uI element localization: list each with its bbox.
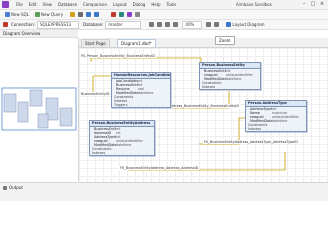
relation-line (90, 57, 202, 64)
print-icon[interactable] (135, 12, 141, 17)
entity-person-addresstype[interactable]: Person.AddressType AddressTypeIDint Name… (245, 100, 307, 132)
new-sql-icon (5, 12, 10, 17)
new-query-icon (34, 12, 40, 17)
tab-start-page[interactable]: Start Page (81, 39, 110, 47)
minimap-entity (3, 93, 17, 113)
select-icon[interactable] (149, 22, 155, 27)
new-sql-label: New SQL (11, 11, 29, 17)
entity-section: Indexes (92, 151, 106, 155)
save-icon[interactable] (78, 12, 84, 17)
app-logo-icon (2, 1, 9, 8)
compare-icon[interactable] (119, 12, 125, 17)
tab-diagram1[interactable]: Diagram1.dbd* (117, 39, 156, 47)
connection-dropdown[interactable]: SQLEXPRESS13 (36, 20, 79, 29)
output-label: Output (9, 185, 23, 190)
menu-bar: File Edit View Database Comparison Layou… (16, 2, 176, 7)
minimap-entity (37, 113, 49, 129)
redo-icon[interactable] (94, 12, 100, 17)
minimap-entity (29, 89, 43, 107)
relation-label: FK_Person_BusinessEntity_BusinessEntityI… (80, 54, 156, 58)
database-value: master (108, 21, 123, 27)
menu-comparison[interactable]: Comparison (83, 2, 107, 7)
minimap-entity (59, 107, 73, 127)
tab-label: Start Page (85, 41, 106, 46)
relation-label: FK_BusinessEntityAddress_Address_Address… (119, 166, 200, 170)
menu-help[interactable]: Help (151, 2, 160, 7)
overview-title: Diagram Overview (3, 31, 41, 36)
minimize-icon[interactable]: – (300, 1, 308, 8)
window-title: Aimbase Sandbox (236, 2, 272, 7)
layout-diagram-button[interactable]: Layout Diagram (223, 21, 267, 29)
zoom-value: 40% (185, 21, 195, 27)
entity-section: Indexes (202, 85, 216, 89)
entity-section: Indexes (248, 127, 262, 131)
layout-diagram-label: Layout Diagram (232, 21, 265, 27)
diagram-canvas[interactable]: FK_Person_BusinessEntity_BusinessEntityI… (79, 48, 328, 182)
entity-person-businessentityaddress[interactable]: Person.BusinessEntityAddress BusinessEnt… (89, 120, 155, 156)
new-sql-button[interactable]: New SQL (2, 11, 32, 19)
zoom-out-icon[interactable] (173, 22, 179, 27)
main-toolbar: New SQL New Query (0, 10, 328, 20)
zoom-in-icon[interactable] (165, 22, 171, 27)
refresh-icon[interactable] (111, 12, 117, 17)
grid-icon[interactable] (214, 22, 220, 27)
maximize-icon[interactable]: □ (309, 1, 317, 8)
output-tab[interactable]: Output (3, 185, 23, 190)
connection-toolbar: Connection: SQLEXPRESS13 Database: maste… (0, 20, 328, 30)
output-icon (3, 185, 7, 190)
zoom-tooltip: Zoom (215, 36, 235, 45)
layout-diagram-icon (226, 22, 232, 27)
open-icon[interactable] (70, 12, 76, 17)
relation-label: FK_BusinessEntityAddress_AddressType_Add… (203, 140, 299, 144)
connection-label: Connection: (11, 22, 35, 27)
output-bar: Output (0, 182, 328, 201)
overview-minimap[interactable] (0, 38, 78, 181)
menu-database[interactable]: Database (58, 2, 77, 7)
connection-value: SQLEXPRESS13 (39, 21, 72, 27)
hand-icon[interactable] (157, 22, 163, 27)
new-query-label: New Query (40, 11, 64, 17)
fit-icon[interactable] (206, 22, 212, 27)
entity-hr-jobcandidate[interactable]: HumanResources.JobCandidate JobCandidate… (111, 72, 171, 108)
close-icon[interactable]: × (318, 1, 326, 8)
menu-dialog[interactable]: Dialog (133, 2, 146, 7)
menu-tools[interactable]: Tools (166, 2, 176, 7)
minimap-entity (17, 101, 29, 123)
relation-label: BusinessEntityID (80, 92, 111, 96)
database-label: Database: (82, 22, 104, 27)
document-tabs: Start Page Diagram1.dbd* (79, 38, 328, 48)
disconnect-icon[interactable] (3, 22, 8, 27)
entity-section: Triggers (114, 103, 128, 107)
menu-view[interactable]: View (42, 2, 52, 7)
diagram-overview-panel[interactable] (0, 38, 79, 181)
database-dropdown[interactable]: master (105, 20, 142, 29)
overview-panel-header: Diagram Overview (0, 30, 78, 38)
new-query-button[interactable]: New Query (32, 11, 66, 19)
undo-icon[interactable] (86, 12, 92, 17)
tab-label: Diagram1.dbd* (121, 41, 152, 46)
zoom-dropdown[interactable]: 40% (182, 20, 203, 29)
entity-person-businessentity[interactable]: Person.BusinessEntity BusinessEntityIDin… (199, 62, 261, 90)
menu-edit[interactable]: Edit (29, 2, 37, 7)
menu-file[interactable]: File (16, 2, 23, 7)
layout-icon[interactable] (127, 12, 133, 17)
title-bar: File Edit View Database Comparison Layou… (0, 0, 328, 10)
menu-layout[interactable]: Layout (113, 2, 127, 7)
